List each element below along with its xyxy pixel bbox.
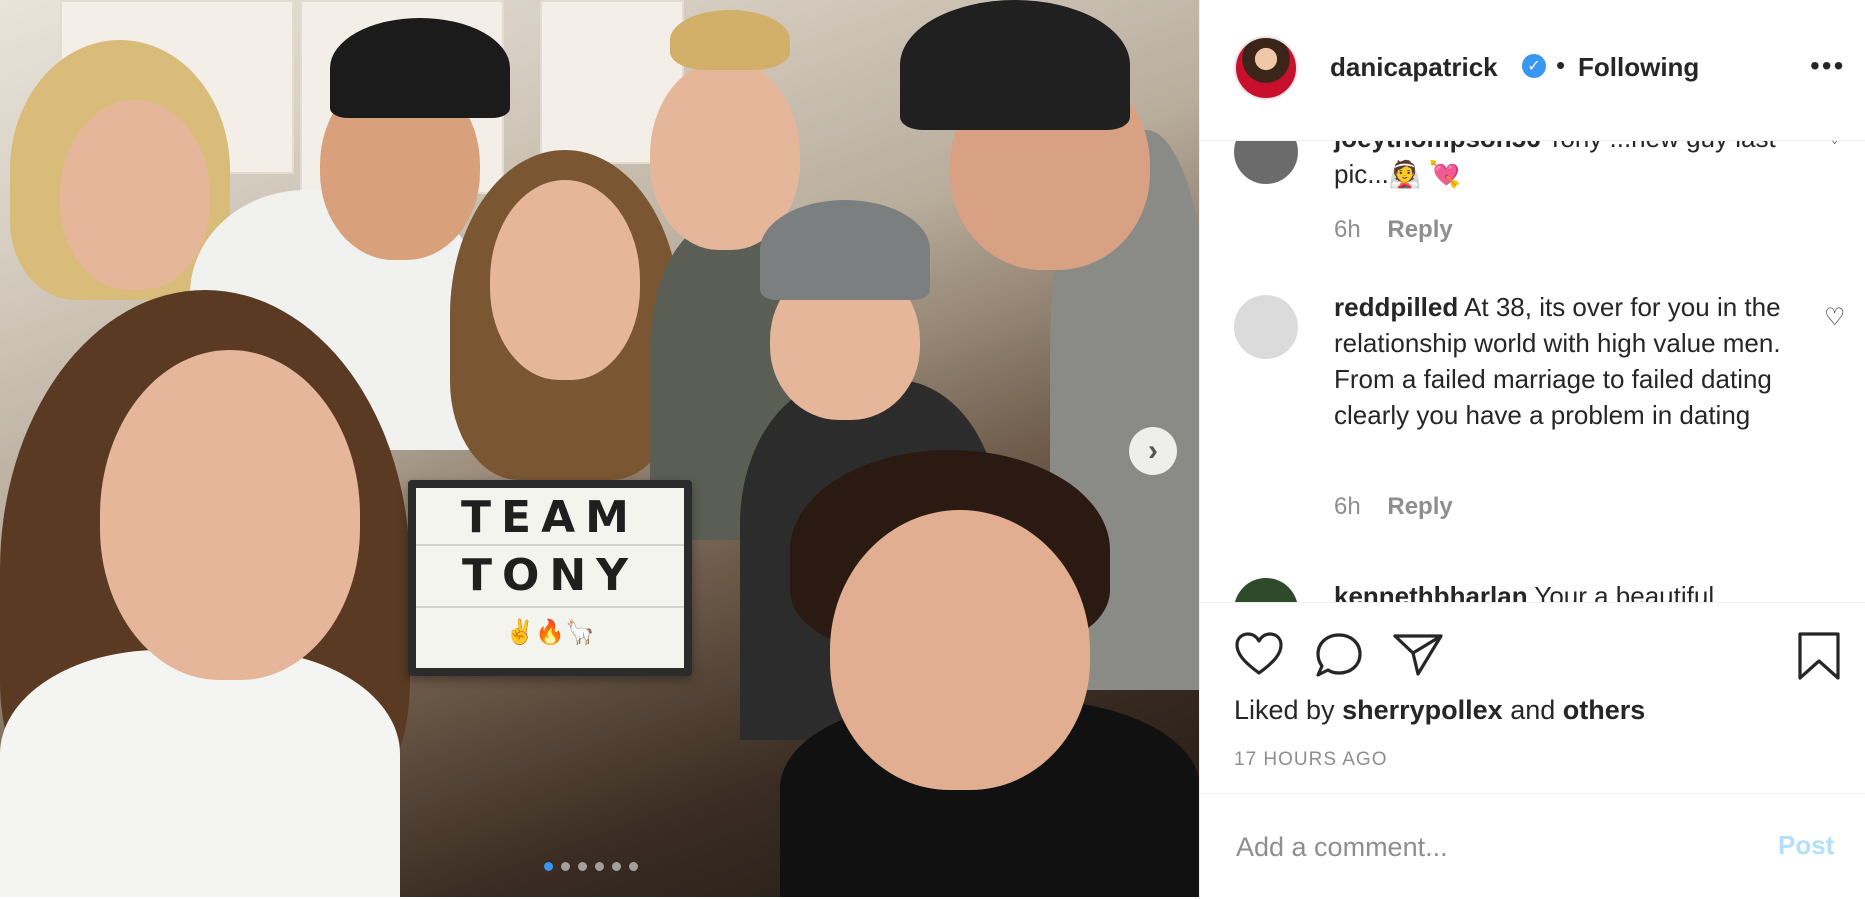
verified-badge-icon: ✓ <box>1522 54 1546 78</box>
liked-by-others-link[interactable]: others <box>1563 695 1646 725</box>
comment-time: 6h <box>1334 216 1361 243</box>
next-photo-button[interactable]: › <box>1129 427 1177 475</box>
sign-divider <box>416 544 684 546</box>
reply-button[interactable]: Reply <box>1387 493 1452 520</box>
carousel-dot <box>544 862 553 871</box>
person-face <box>100 350 360 680</box>
following-button[interactable]: Following <box>1578 52 1699 83</box>
commenter-username[interactable]: joeythompson56 <box>1334 140 1541 153</box>
comment-text-block: reddpilled At 38, its over for you in th… <box>1334 289 1794 433</box>
comment-text: Your a beautiful <box>1534 581 1715 602</box>
person-cap <box>330 18 510 118</box>
paper-plane-icon[interactable] <box>1392 631 1444 682</box>
comment-input[interactable] <box>1234 826 1758 868</box>
liked-by-prefix: Liked by <box>1234 695 1335 725</box>
chevron-right-icon: › <box>1148 434 1158 467</box>
post-photo[interactable]: TEAM TONY ✌️🔥🦙 › <box>0 0 1199 897</box>
heart-icon[interactable] <box>1234 631 1284 682</box>
comment-meta: 6h Reply <box>1334 216 1453 244</box>
carousel-dot <box>612 862 621 871</box>
comment-text-block: kennethbharlan Your a beautiful <box>1334 578 1794 602</box>
liked-by-username[interactable]: sherrypollex <box>1342 695 1503 725</box>
more-options-icon[interactable]: ••• <box>1810 50 1845 82</box>
commenter-avatar[interactable] <box>1234 295 1298 359</box>
commenter-username[interactable]: kennethbharlan <box>1334 581 1528 602</box>
sign-emojis: ✌️🔥🦙 <box>505 619 595 646</box>
carousel-dot <box>578 862 587 871</box>
comment-bubble-icon[interactable] <box>1314 631 1364 684</box>
author-avatar[interactable] <box>1234 36 1298 100</box>
carousel-dot <box>595 862 604 871</box>
bookmark-icon[interactable] <box>1796 631 1842 686</box>
post-header: danicapatrick ✓ • Following ••• <box>1200 0 1865 141</box>
carousel-dot <box>629 862 638 871</box>
carousel-dot <box>561 862 570 871</box>
liked-by-line: Liked by sherrypollex and others <box>1234 695 1645 726</box>
add-comment-bar: Post <box>1200 793 1865 899</box>
sign-line-1: TEAM <box>461 492 639 543</box>
liked-by-and: and <box>1510 695 1556 725</box>
post-actions: Liked by sherrypollex and others 17 HOUR… <box>1200 602 1865 898</box>
commenter-avatar[interactable] <box>1234 578 1298 602</box>
comment-like-heart-icon[interactable]: ♡ <box>1824 140 1846 151</box>
comments-list[interactable]: joeythompson56 Tony ...new guy last pic.… <box>1200 140 1865 602</box>
comment-time: 6h <box>1334 493 1361 520</box>
team-tony-sign: TEAM TONY ✌️🔥🦙 <box>408 480 692 676</box>
reply-button[interactable]: Reply <box>1387 216 1452 243</box>
separator-dot: • <box>1556 50 1566 80</box>
post-comment-button[interactable]: Post <box>1778 830 1834 861</box>
post-side-panel: danicapatrick ✓ • Following ••• joeythom… <box>1199 0 1865 898</box>
person-face <box>830 510 1090 790</box>
person-hair <box>670 10 790 70</box>
author-username[interactable]: danicapatrick <box>1330 52 1498 83</box>
person-face <box>60 100 210 290</box>
person-cap <box>760 200 930 300</box>
sign-divider <box>416 606 684 608</box>
comment-like-heart-icon[interactable]: ♡ <box>1824 303 1846 332</box>
post-timestamp[interactable]: 17 HOURS AGO <box>1234 749 1388 771</box>
commenter-avatar[interactable] <box>1234 140 1298 184</box>
person-face <box>490 180 640 380</box>
person-shirt <box>0 650 400 897</box>
sign-line-2: TONY <box>461 550 639 601</box>
comment-meta: 6h Reply <box>1334 493 1453 521</box>
commenter-username[interactable]: reddpilled <box>1334 292 1458 322</box>
person-cap <box>900 0 1130 130</box>
carousel-indicator <box>544 862 638 871</box>
comment-text-block: joeythompson56 Tony ...new guy last pic.… <box>1334 140 1794 192</box>
instagram-post-modal: TEAM TONY ✌️🔥🦙 › danicapatrick ✓ • Follo… <box>0 0 1865 898</box>
